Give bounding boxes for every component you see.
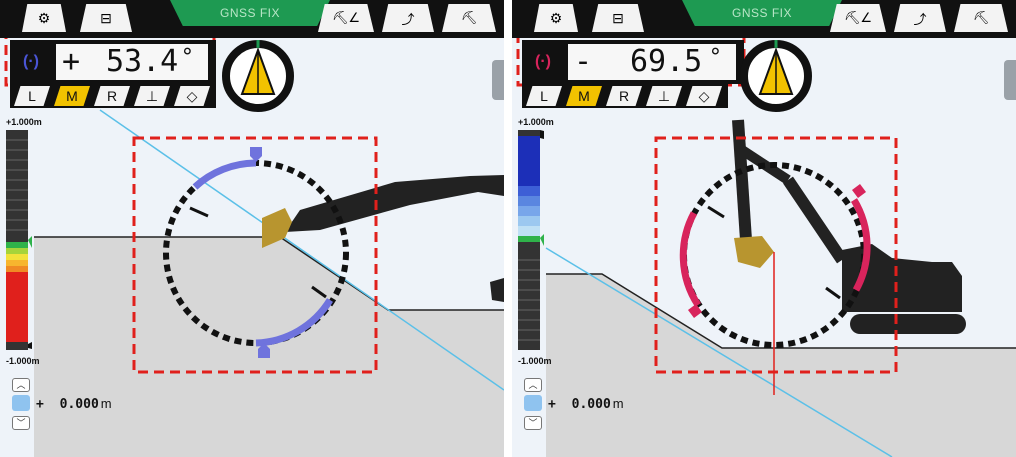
split-view-icon: ⊟	[100, 9, 112, 26]
level-target-button[interactable]: ⊥	[134, 86, 170, 106]
excavator-angle-icon: ⛏∠	[843, 10, 873, 25]
3d-view-button[interactable]: ◇	[686, 86, 722, 106]
level-target-button[interactable]: ⊥	[646, 86, 682, 106]
settings-tab[interactable]: ⚙	[22, 4, 66, 32]
level-target-icon: ⊥	[145, 87, 159, 104]
angle-arc-left	[679, 211, 701, 307]
level-target-icon: ⊥	[657, 87, 671, 104]
angle-value-box: + 53.4 °	[56, 44, 208, 80]
bucket-offset-icon	[12, 395, 30, 411]
mode-right[interactable]: R	[606, 86, 642, 106]
angle-unit: °	[708, 45, 722, 70]
offset-down-button[interactable]: ﹀	[524, 416, 542, 430]
excavator-side-tab[interactable]: ⛏	[954, 4, 1008, 32]
dial-tick-left	[707, 205, 725, 219]
layout-tab[interactable]: ⊟	[592, 4, 644, 32]
mode-bar: L M R ⊥ ◇	[522, 84, 728, 108]
chevron-down-icon: ﹀	[528, 418, 538, 428]
excavator-angle-tab[interactable]: ⛏∠	[830, 4, 886, 32]
angle-sign: -	[574, 44, 593, 79]
layout-tab[interactable]: ⊟	[80, 4, 132, 32]
excavator-angle-icon: ⛏∠	[331, 10, 361, 25]
bucket-offset-icon	[524, 395, 542, 411]
dial-tick-right	[825, 286, 841, 300]
chevron-up-icon: ︿	[16, 380, 26, 390]
3d-view-button[interactable]: ◇	[174, 86, 210, 106]
offset-down-button[interactable]: ﹀	[12, 416, 30, 430]
depth-top-label: +1.000m	[518, 117, 554, 127]
bucket	[734, 236, 774, 268]
mode-middle[interactable]: M	[566, 86, 602, 106]
mode-right[interactable]: R	[94, 86, 130, 106]
excavator-bucket-tab[interactable]: ⤴	[382, 4, 434, 32]
offset-readout: + 0.000 m	[548, 396, 624, 412]
settings-tab[interactable]: ⚙	[534, 4, 578, 32]
chevron-up-icon: ︿	[528, 380, 538, 390]
excavator-side-icon: ⛏	[460, 10, 478, 25]
depth-bottom-label: -1.000m	[518, 356, 552, 366]
side-panel-toggle[interactable]	[492, 60, 504, 100]
arc-marker-right	[852, 184, 866, 198]
compass	[740, 40, 812, 112]
gnss-status: GNSS FIX	[170, 0, 330, 26]
3d-cube-icon: ◇	[186, 87, 198, 104]
offset-value: 0.000	[571, 397, 611, 412]
angle-readout: (·) - 69.5 °	[522, 40, 744, 84]
mode-left[interactable]: L	[526, 86, 562, 106]
depth-gauge	[518, 130, 544, 350]
depth-top-label: +1.000m	[6, 117, 42, 127]
dial-tick-left	[189, 206, 209, 218]
mode-middle[interactable]: M	[54, 86, 90, 106]
offset-unit: m	[612, 396, 624, 411]
gear-icon: ⚙	[37, 9, 51, 26]
excavator-track-edge	[490, 278, 504, 302]
rotation-icon: (·)	[535, 53, 551, 70]
excavator-bucket-tab[interactable]: ⤴	[894, 4, 946, 32]
top-toolbar: ⚙ ⊟ GNSS FIX ⛏∠ ⤴ ⛏	[0, 0, 504, 38]
excavator-bucket-icon: ⤴	[913, 11, 927, 27]
offset-readout: + 0.000 m	[36, 396, 112, 412]
offset-sign: +	[548, 397, 556, 412]
gnss-status: GNSS FIX	[682, 0, 842, 26]
offset-up-button[interactable]: ︿	[12, 378, 30, 392]
angle-readout: (·) + 53.4 °	[10, 40, 216, 84]
mode-bar: L M R ⊥ ◇	[10, 84, 216, 108]
depth-bottom-label: -1.000m	[6, 356, 40, 366]
right-view-panel: ⚙ ⊟ GNSS FIX ⛏∠ ⤴ ⛏ (·) - 69.5 ° L M R ⊥…	[512, 0, 1016, 457]
angle-value-box: - 69.5 °	[568, 44, 736, 80]
gear-icon: ⚙	[549, 9, 563, 26]
offset-sign: +	[36, 397, 44, 412]
angle-value: 53.4	[106, 44, 179, 79]
rotation-icon: (·)	[23, 53, 39, 70]
excavator-angle-tab[interactable]: ⛏∠	[318, 4, 374, 32]
excavator-boom	[783, 176, 847, 264]
top-toolbar: ⚙ ⊟ GNSS FIX ⛏∠ ⤴ ⛏	[512, 0, 1016, 38]
left-view-panel: ⚙ ⊟ GNSS FIX ⛏∠ ⤴ ⛏ (·) + 53.4 ° L M R ⊥…	[0, 0, 504, 457]
angle-value: 69.5	[630, 44, 703, 79]
offset-up-button[interactable]: ︿	[524, 378, 542, 392]
compass	[222, 40, 294, 112]
offset-unit: m	[100, 396, 112, 411]
excavator-side-icon: ⛏	[972, 10, 990, 25]
bucket-offset-control: ︿ + 0.000 m ﹀	[10, 378, 130, 432]
excavator-track	[850, 314, 966, 334]
3d-cube-icon: ◇	[698, 87, 710, 104]
side-panel-toggle[interactable]	[1004, 60, 1016, 100]
angle-unit: °	[180, 45, 194, 70]
excavator-arm	[285, 175, 504, 232]
angle-sign: +	[62, 44, 81, 79]
excavator-side-tab[interactable]: ⛏	[442, 4, 496, 32]
depth-gauge	[6, 130, 32, 350]
split-view-icon: ⊟	[612, 9, 624, 26]
mode-left[interactable]: L	[14, 86, 50, 106]
angle-arc-top	[192, 159, 257, 190]
offset-value: 0.000	[59, 397, 99, 412]
excavator-bucket-icon: ⤴	[401, 11, 415, 27]
chevron-down-icon: ﹀	[16, 418, 26, 428]
bucket-offset-control: ︿ + 0.000 m ﹀	[522, 378, 642, 432]
